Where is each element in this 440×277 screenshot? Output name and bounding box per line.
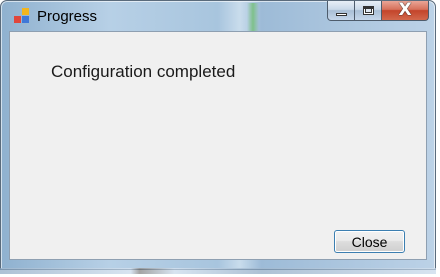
caption-buttons: X — [327, 0, 429, 22]
window-bottom-edge — [0, 268, 436, 274]
maximize-button[interactable] — [355, 1, 382, 21]
app-icon-yellow-square — [22, 8, 29, 15]
close-window-button[interactable]: X — [382, 0, 429, 21]
minimize-button[interactable] — [327, 1, 355, 21]
close-button[interactable]: Close — [334, 230, 405, 253]
title-bar[interactable]: Progress X — [1, 0, 435, 49]
minimize-icon — [336, 13, 347, 16]
app-icon-blue-square — [22, 16, 29, 23]
progress-window: Progress X Configuration completed Close — [0, 0, 436, 270]
close-icon: X — [398, 0, 412, 20]
maximize-icon — [363, 6, 374, 15]
app-icon-red-square — [14, 16, 21, 23]
status-message: Configuration completed — [51, 62, 236, 81]
dialog-body: Configuration completed Close — [9, 31, 427, 260]
window-title: Progress — [37, 8, 98, 25]
app-icon[interactable] — [14, 8, 30, 24]
